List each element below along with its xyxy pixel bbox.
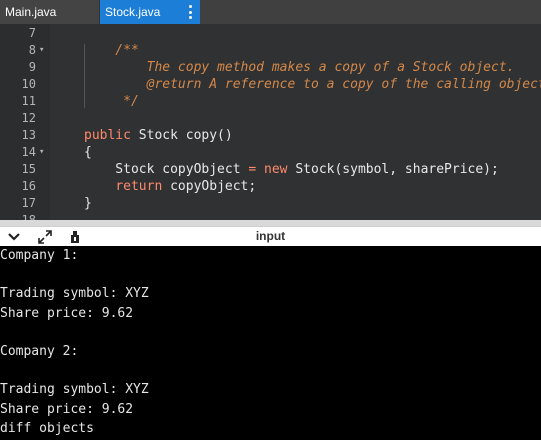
code-line: 11 */: [0, 93, 541, 110]
code-text: {: [84, 144, 92, 161]
code-text: */: [84, 93, 139, 110]
tab-label: Stock.java: [105, 5, 161, 19]
line-number: 7: [28, 26, 36, 40]
line-number: 13: [21, 128, 36, 142]
code-token: new: [264, 162, 288, 177]
tab-label: Main.java: [5, 5, 57, 19]
code-token: The copy method makes a copy of a Stock …: [84, 60, 515, 75]
console-output[interactable]: Company 1: Trading symbol: XYZ Share price…: [0, 246, 541, 440]
code-token: Stock copy(): [130, 128, 233, 143]
code-token: public: [84, 128, 131, 143]
indent-guide: [84, 44, 85, 108]
console-line: diff objects: [0, 420, 94, 436]
line-number: 9: [28, 60, 36, 74]
code-text: /**: [84, 42, 139, 59]
line-number: 16: [21, 179, 36, 193]
code-token: @return A reference to a copy of the cal…: [84, 77, 541, 92]
code-text: @return A reference to a copy of the cal…: [84, 76, 541, 93]
code-token: }: [84, 196, 92, 211]
line-number: 8: [28, 43, 36, 57]
code-text: Stock copyObject = new Stock(symbol, sha…: [84, 161, 499, 178]
code-token: return: [115, 179, 163, 194]
code-line: 14 ▾ {: [0, 144, 541, 161]
code-line: 15 Stock copyObject = new Stock(symbol, …: [0, 161, 541, 178]
console-line: Share price: 9.62: [0, 401, 134, 417]
code-editor[interactable]: 7 8 ▾ /** 9 The copy method makes a copy of…: [0, 24, 541, 220]
code-line: 8 ▾ /**: [0, 42, 541, 59]
tab-stock-java[interactable]: Stock.java: [100, 0, 200, 24]
code-text: return copyObject;: [84, 178, 256, 195]
line-number: 17: [21, 196, 36, 210]
console-line: Trading symbol: XYZ: [0, 382, 149, 398]
console-line: Company 2:: [0, 344, 79, 359]
line-number: 15: [21, 162, 36, 176]
code-token: */: [84, 94, 139, 109]
line-number: 18: [21, 213, 36, 220]
code-text: }: [84, 195, 92, 212]
code-token: /**: [84, 43, 139, 58]
code-line: 13 public Stock copy(): [0, 127, 541, 144]
editor-tab-bar: Main.java Stock.java: [0, 0, 541, 24]
code-line: 17}: [0, 195, 541, 212]
tab-main-java[interactable]: Main.java: [0, 0, 100, 24]
console-line: Trading symbol: XYZ: [0, 286, 149, 302]
line-number: 10: [21, 77, 36, 91]
line-number: 14: [21, 145, 36, 159]
console-line: Company 1:: [0, 248, 79, 263]
fold-toggle-icon[interactable]: ▾: [39, 144, 44, 161]
line-number: 11: [21, 94, 36, 108]
code-line: 16 return copyObject;: [0, 178, 541, 195]
code-line: 18: [0, 212, 541, 220]
code-line: 7: [0, 25, 541, 42]
tab-menu-icon[interactable]: [188, 5, 192, 19]
code-text: public Stock copy(): [84, 127, 233, 144]
code-line: 12: [0, 110, 541, 127]
code-token: copyObject;: [162, 179, 257, 194]
console-toolbar: input: [0, 226, 541, 246]
console-title: input: [255, 229, 286, 243]
code-text: The copy method makes a copy of a Stock …: [84, 59, 515, 76]
line-number: 12: [21, 111, 36, 125]
code-token: Stock(symbol, sharePrice);: [287, 162, 499, 177]
fold-toggle-icon[interactable]: ▾: [39, 42, 44, 59]
code-line: 9 The copy method makes a copy of a Stoc…: [0, 59, 541, 76]
console-line: Share price: 9.62: [0, 305, 134, 321]
code-line: 10 @return A reference to a copy of the …: [0, 76, 541, 93]
code-token: {: [84, 145, 92, 160]
code-token: Stock copyObject: [84, 162, 249, 177]
